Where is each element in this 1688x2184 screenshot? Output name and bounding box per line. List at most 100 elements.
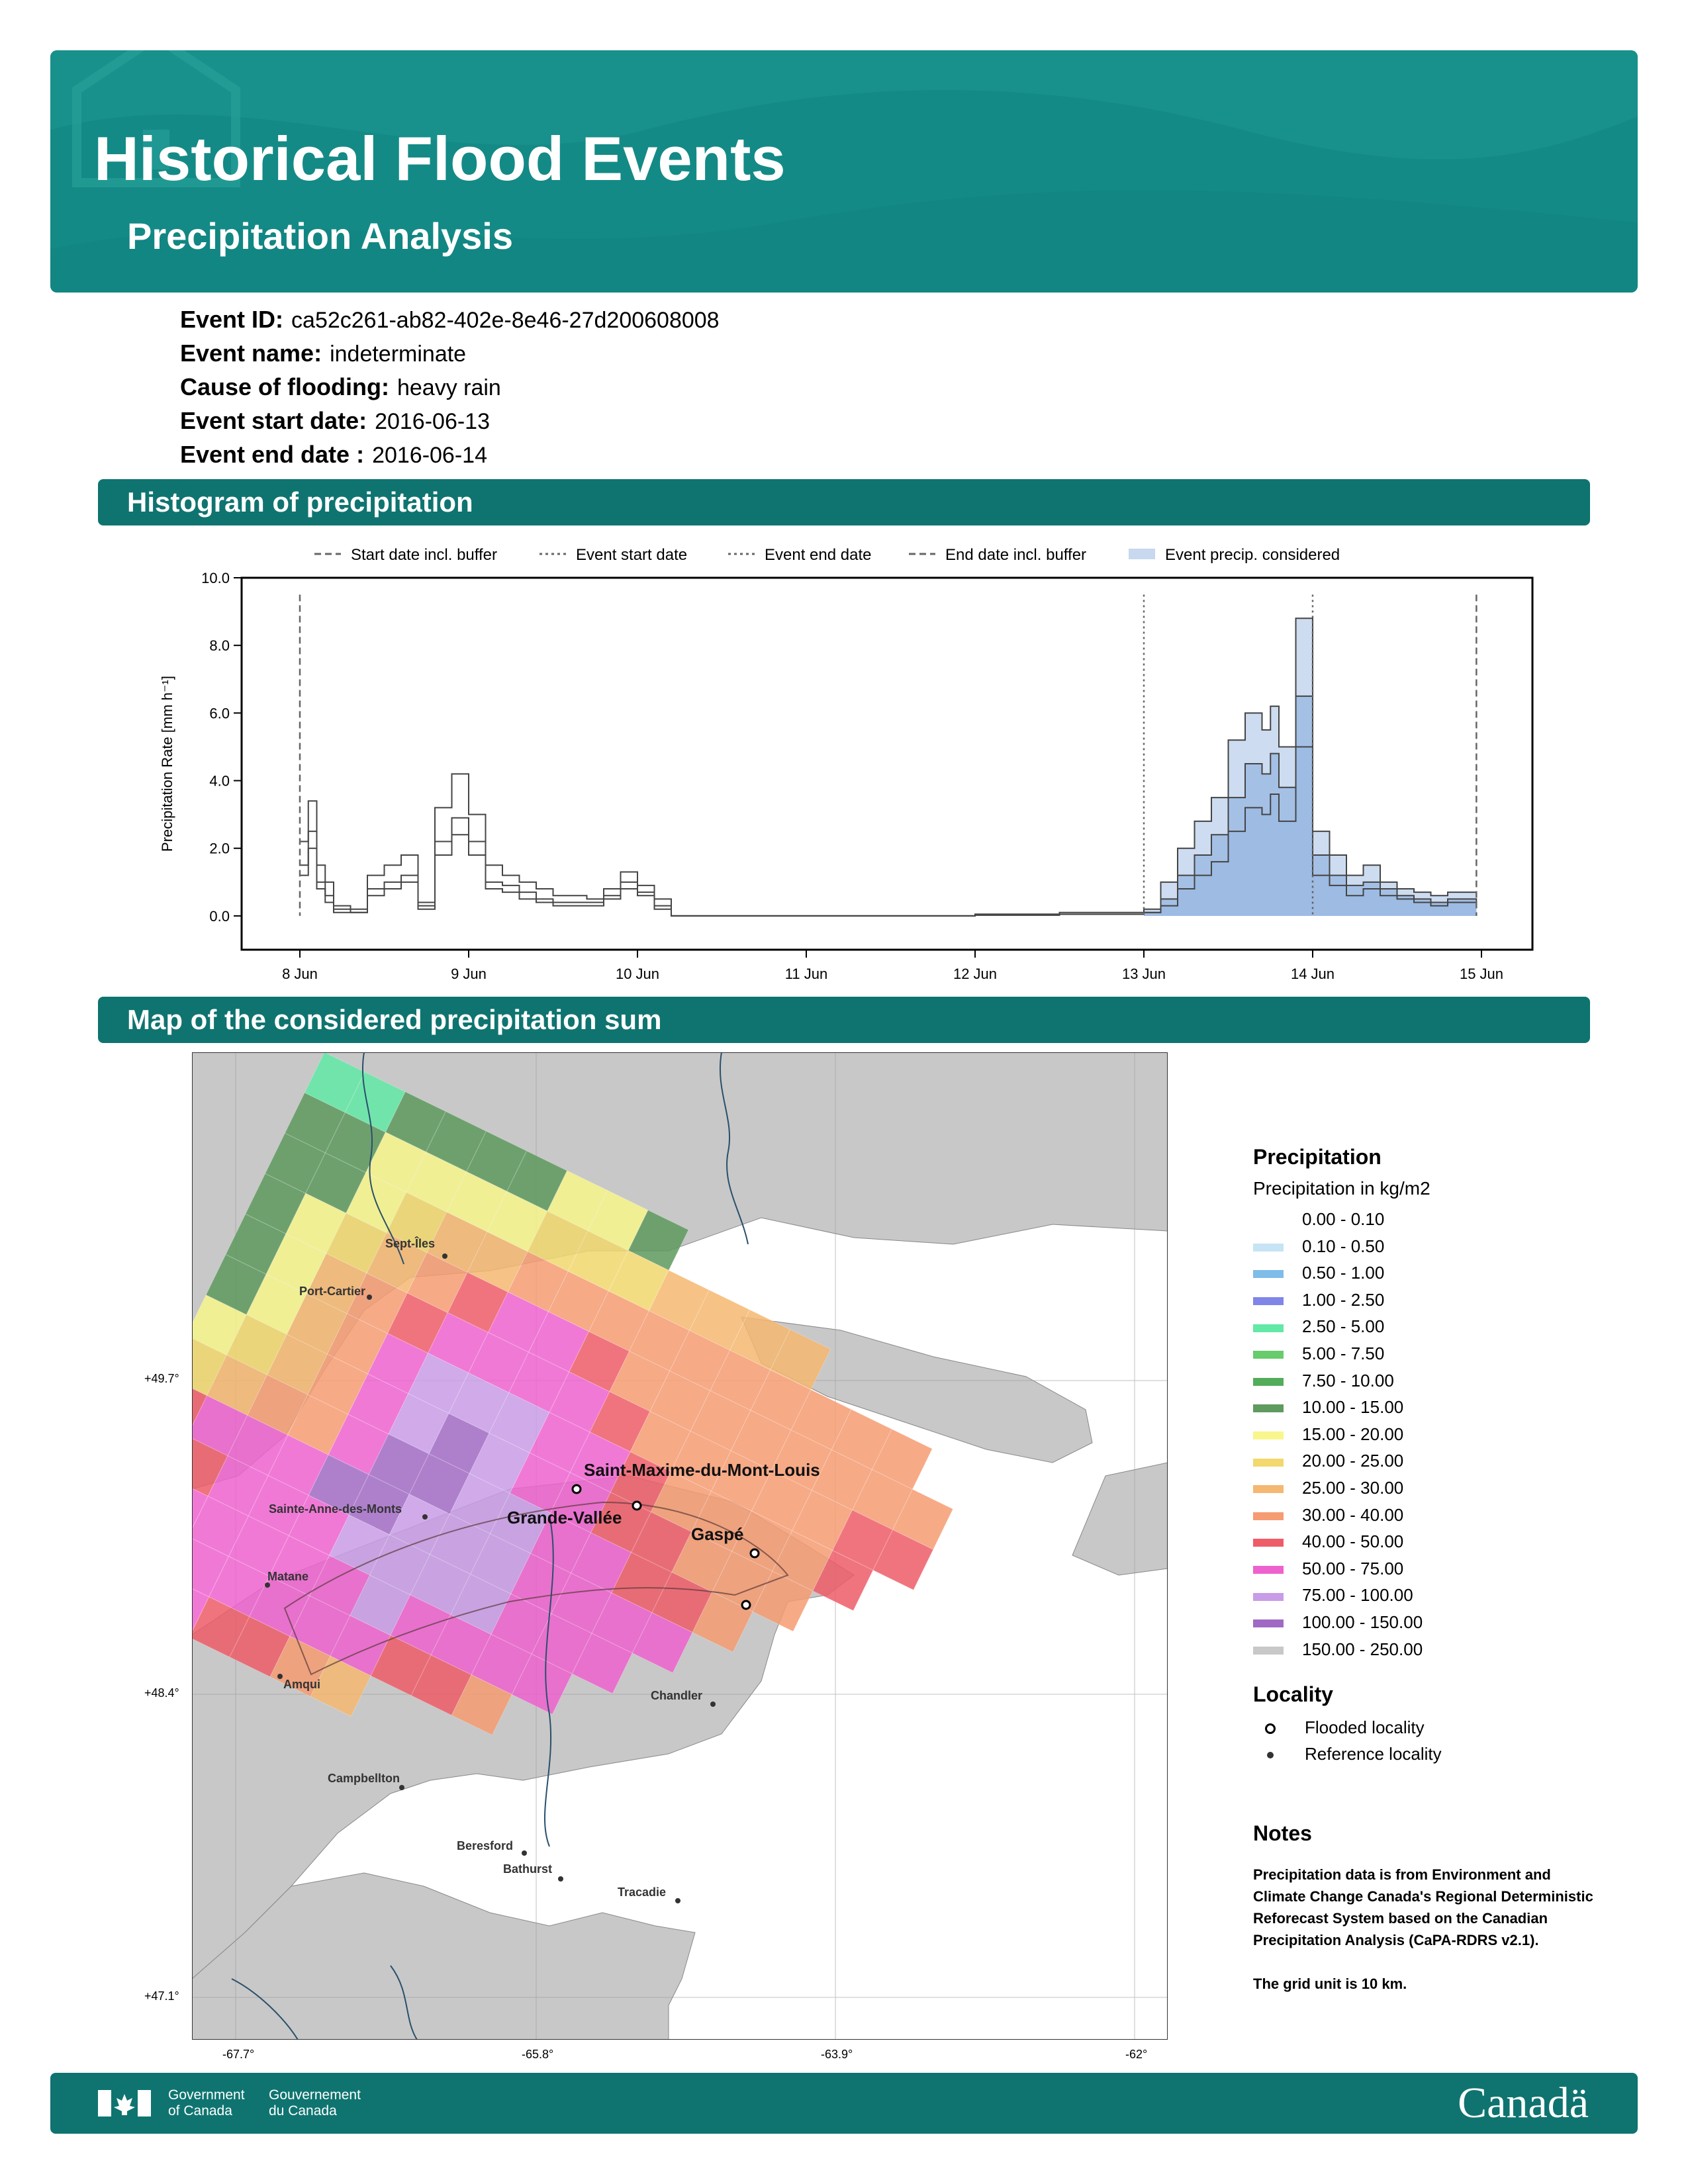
legend-label: 10.00 - 15.00: [1302, 1397, 1404, 1418]
reference-locality-marker[interactable]: [399, 1785, 404, 1790]
event-name-label: Event name:: [180, 340, 322, 367]
lon-label-67-7: -67.7°: [222, 2048, 255, 2061]
precipitation-histogram: Start date incl. buffer Event start date E…: [159, 546, 1534, 982]
legend-label: 5.00 - 7.50: [1302, 1343, 1385, 1363]
legend-label: 15.00 - 20.00: [1302, 1424, 1404, 1444]
legend-label: 100.00 - 150.00: [1302, 1612, 1423, 1632]
reference-locality-marker[interactable]: [522, 1850, 527, 1856]
event-id-row: Event ID: ca52c261-ab82-402e-8e46-27d2006…: [180, 306, 720, 334]
reference-locality-label: Tracadie: [618, 1886, 666, 1899]
legend-label: 2.50 - 5.00: [1302, 1316, 1385, 1337]
precip-legend-entry: 0.50 - 1.00: [1253, 1259, 1384, 1286]
x-tick-label: 15 Jun: [1460, 966, 1503, 982]
legend-swatch: [1253, 1297, 1284, 1305]
chart-legend-entry: Event start date: [539, 546, 687, 564]
reference-locality-legend: Reference locality: [1253, 1741, 1442, 1767]
legend-swatch: [1253, 1431, 1284, 1439]
legend-swatch: [1253, 1270, 1284, 1279]
chart-legend-entry: Event end date: [728, 546, 871, 564]
event-cause-label: Cause of flooding:: [180, 373, 389, 400]
notes-body: Precipitation data is from Environment a…: [1253, 1864, 1604, 1995]
canada-wordmark: Canadä: [1458, 2079, 1589, 2127]
legend-swatch: [1253, 1216, 1284, 1225]
reference-locality-marker[interactable]: [265, 1582, 270, 1588]
event-end-row: Event end date : 2016-06-14: [180, 441, 487, 469]
map-section-header: Map of the considered precipitation sum: [98, 997, 1590, 1043]
precip-legend-entry: 150.00 - 250.00: [1253, 1636, 1423, 1662]
gov-en-label: Government of Canada: [168, 2087, 245, 2118]
reference-locality-label: Amqui: [283, 1678, 320, 1691]
legend-swatch: [1253, 1377, 1284, 1386]
notes-title: Notes: [1253, 1821, 1312, 1845]
reference-locality-marker[interactable]: [442, 1253, 447, 1259]
legend-swatch: [1253, 1565, 1284, 1574]
lon-label-65-8: -65.8°: [522, 2048, 554, 2061]
legend-swatch: [1253, 1539, 1284, 1547]
flooded-locality-label: Grande-Vallée: [507, 1508, 622, 1527]
reference-locality-marker[interactable]: [422, 1514, 428, 1520]
gov-fr-label: Gouvernement du Canada: [269, 2087, 361, 2118]
legend-swatch: [1253, 1646, 1284, 1655]
legend-label: 75.00 - 100.00: [1302, 1585, 1413, 1606]
precip-legend-entry: 25.00 - 30.00: [1253, 1475, 1403, 1501]
precip-legend-entry: 1.00 - 2.50: [1253, 1287, 1384, 1313]
legend-swatch: [1253, 1619, 1284, 1628]
canada-flag-icon: [98, 2090, 151, 2116]
x-tick-label: 14 Jun: [1291, 966, 1335, 982]
flooded-locality-marker[interactable]: [749, 1548, 760, 1559]
flooded-locality-marker[interactable]: [632, 1500, 642, 1511]
flooded-label: Flooded locality: [1305, 1717, 1425, 1737]
precip-legend-entry: 0.00 - 0.10: [1253, 1206, 1384, 1232]
event-end-value: 2016-06-14: [372, 443, 487, 468]
flooded-locality-marker[interactable]: [571, 1484, 582, 1494]
lon-label-62: -62°: [1125, 2048, 1148, 2061]
x-tick-label: 13 Jun: [1122, 966, 1166, 982]
flooded-locality-marker[interactable]: [741, 1600, 751, 1610]
precip-legend-entry: 7.50 - 10.00: [1253, 1367, 1394, 1394]
x-tick-label: 12 Jun: [953, 966, 997, 982]
reference-locality-marker[interactable]: [277, 1674, 283, 1679]
x-tick-label: 9 Jun: [451, 966, 487, 982]
flooded-locality-label: Saint-Maxime-du-Mont-Louis: [584, 1460, 820, 1480]
footer-bar: Government of Canada Gouvernement du Can…: [50, 2073, 1638, 2134]
precip-legend-entry: 75.00 - 100.00: [1253, 1582, 1413, 1608]
header-banner: Historical Flood Events Precipitation An…: [50, 50, 1638, 293]
legend-swatch: [1253, 1485, 1284, 1494]
event-name-value: indeterminate: [330, 341, 467, 367]
legend-label: 150.00 - 250.00: [1302, 1639, 1423, 1659]
precip-legend-entry: 10.00 - 15.00: [1253, 1394, 1403, 1420]
reference-locality-marker[interactable]: [558, 1876, 563, 1882]
event-id-label: Event ID:: [180, 306, 284, 333]
reference-locality-marker[interactable]: [367, 1295, 372, 1300]
precip-legend-entry: 5.00 - 7.50: [1253, 1340, 1384, 1367]
event-start-value: 2016-06-13: [375, 409, 490, 434]
reference-locality-marker[interactable]: [710, 1702, 716, 1707]
lat-label-49-7: +49.7°: [144, 1372, 179, 1385]
lon-label-63-9: -63.9°: [821, 2048, 853, 2061]
legend-swatch: [1253, 1243, 1284, 1251]
event-start-row: Event start date: 2016-06-13: [180, 407, 490, 435]
reference-locality-marker[interactable]: [675, 1898, 680, 1903]
legend-label: 30.00 - 40.00: [1302, 1504, 1404, 1525]
lat-label-47-1: +47.1°: [144, 1989, 179, 2003]
legend-label: 20.00 - 25.00: [1302, 1451, 1404, 1471]
flooded-locality-legend: Flooded locality: [1253, 1714, 1425, 1741]
histogram-section-header: Histogram of precipitation: [98, 479, 1590, 525]
precip-legend-entry: 30.00 - 40.00: [1253, 1502, 1403, 1528]
locality-legend-title: Locality: [1253, 1682, 1333, 1706]
event-precip-area: [1144, 747, 1477, 916]
chart-legend-label: Event precip. considered: [1165, 546, 1340, 564]
precip-legend-entry: 40.00 - 50.00: [1253, 1528, 1403, 1555]
reference-marker-icon: [1267, 1752, 1274, 1759]
precipitation-map[interactable]: Saint-Maxime-du-Mont-Louis Grande-Vallée G…: [192, 1052, 1168, 2040]
reference-locality-label: Port-Cartier: [299, 1285, 365, 1298]
event-id-value: ca52c261-ab82-402e-8e46-27d200608008: [291, 308, 720, 333]
y-axis-label: Precipitation Rate [mm h⁻¹]: [159, 676, 175, 852]
legend-label: 40.00 - 50.00: [1302, 1531, 1404, 1552]
y-tick-label: 10.0: [201, 570, 230, 586]
reference-locality-label: Beresford: [457, 1839, 513, 1852]
precip-legend-entry: 20.00 - 25.00: [1253, 1447, 1403, 1474]
chart-legend-label: Start date incl. buffer: [351, 546, 497, 564]
reference-label: Reference locality: [1305, 1744, 1442, 1764]
reference-locality-label: Campbellton: [328, 1772, 400, 1785]
